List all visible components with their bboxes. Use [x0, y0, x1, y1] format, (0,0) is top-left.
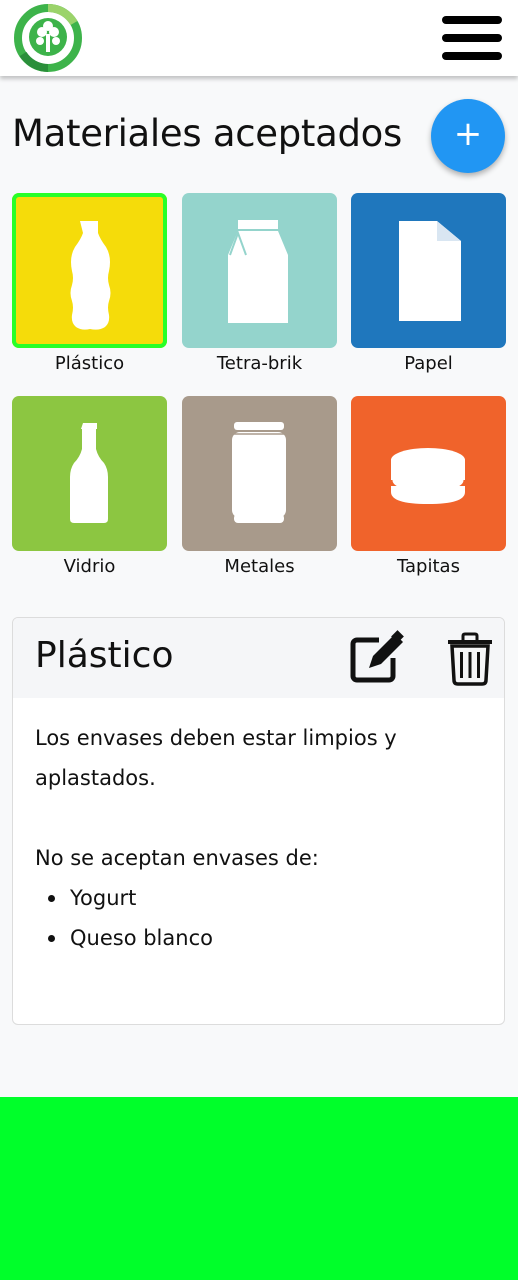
paper-sheet-icon [399, 221, 461, 321]
material-detail-card: Plástico Los envases deben estar limpios… [12, 617, 505, 1025]
material-label: Papel [404, 353, 453, 374]
metal-can-icon [232, 422, 286, 523]
material-label: Tetra-brik [216, 353, 303, 374]
bottle-cap-icon [389, 448, 467, 504]
detail-paragraph: Los envases deben estar limpios y aplast… [35, 726, 397, 790]
card-body: Los envases deben estar limpios y aplast… [35, 718, 485, 958]
material-tile-box [182, 193, 337, 348]
rejected-items-list: Yogurt Queso blanco [35, 878, 485, 958]
material-label: Tapitas [397, 556, 460, 577]
top-navbar [0, 0, 518, 76]
trash-icon[interactable] [446, 632, 494, 686]
page-title: Materiales aceptados [12, 112, 402, 155]
list-item: Yogurt [35, 878, 485, 918]
recycling-tree-logo-icon[interactable] [13, 3, 83, 72]
material-label: Plástico [54, 353, 125, 374]
plastic-bottle-icon [70, 221, 111, 330]
edit-icon[interactable] [349, 630, 405, 686]
carton-icon [228, 220, 288, 323]
material-label: Metales [224, 556, 295, 577]
add-material-button[interactable]: + [431, 99, 505, 173]
list-item: Queso blanco [35, 918, 485, 958]
card-title: Plástico [35, 635, 174, 676]
glass-bottle-icon [70, 423, 108, 523]
material-label: Vidrio [63, 556, 116, 577]
detail-list-intro: No se aceptan envases de: [35, 846, 319, 870]
material-tile-box [351, 193, 506, 348]
material-tile-box [182, 396, 337, 551]
material-tile-box [12, 396, 167, 551]
hamburger-menu-icon[interactable] [442, 16, 502, 60]
card-header: Plástico [13, 618, 504, 698]
material-tile-box [351, 396, 506, 551]
footer-band [0, 1097, 518, 1280]
material-tile-box [12, 193, 167, 348]
